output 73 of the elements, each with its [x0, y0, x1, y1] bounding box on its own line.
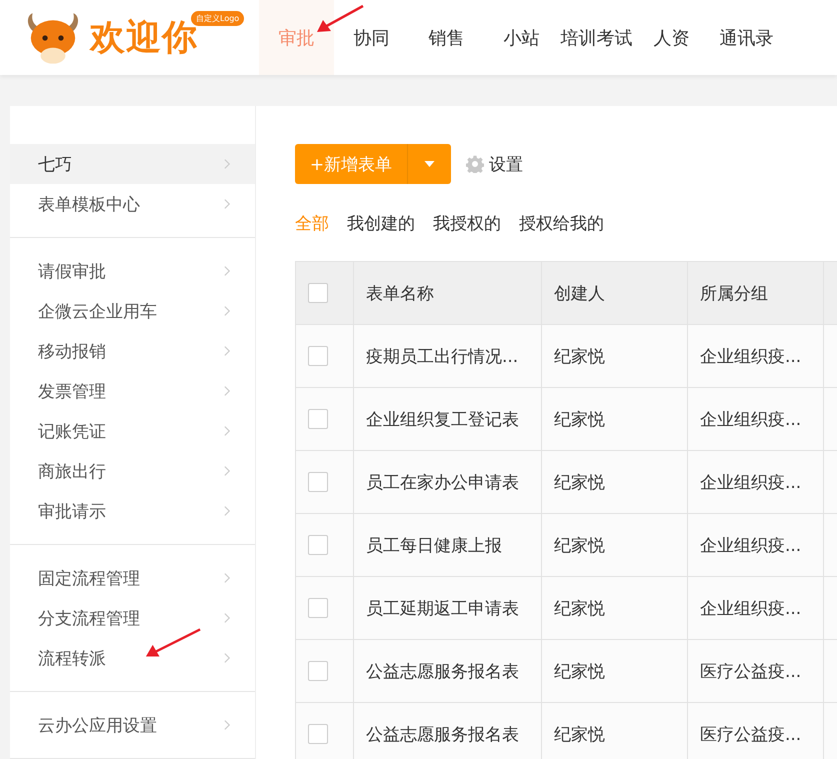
table-cell: 员工在家办公申请表	[354, 450, 542, 514]
column-header: 创建人	[542, 262, 688, 324]
row-checkbox[interactable]	[308, 346, 328, 366]
chevron-right-icon	[224, 652, 231, 664]
sidebar-item[interactable]: 请假审批	[10, 251, 255, 291]
column-header: 表单名称	[354, 262, 542, 324]
nav-tab[interactable]: 人资	[634, 0, 709, 75]
row-checkbox[interactable]	[308, 598, 328, 618]
sidebar-item[interactable]: 记账凭证	[10, 411, 255, 451]
table-cell: 纪家悦	[542, 702, 688, 759]
settings-icon[interactable]	[466, 155, 484, 173]
sidebar-item[interactable]: 表单模板中心	[10, 184, 255, 224]
table-cell: 纪家悦	[542, 388, 688, 450]
chevron-right-icon	[224, 505, 231, 517]
sidebar-item[interactable]: 发票管理	[10, 371, 255, 411]
chevron-right-icon	[224, 465, 231, 477]
table-cell: 企业组织疫...	[688, 450, 824, 514]
table-cell: 企业组织疫...	[688, 514, 824, 576]
column-header: 所属分组	[688, 262, 824, 324]
table-cell: 纪家悦	[542, 324, 688, 388]
nav-tab[interactable]: 培训考试	[559, 0, 634, 75]
table-cell: 纪家悦	[542, 450, 688, 514]
table-cell: 纪家悦	[542, 640, 688, 702]
table-cell: 企业组织复工登记表	[354, 388, 542, 450]
table-cell: 公益志愿服务报名表	[354, 640, 542, 702]
table-cell: 企业组织疫...	[688, 388, 824, 450]
chevron-right-icon	[224, 305, 231, 317]
table-cell: 员工延期返工申请表	[354, 576, 542, 640]
dropdown-button[interactable]	[408, 144, 451, 184]
annotation-arrow	[144, 627, 202, 659]
nav-tab[interactable]: 通讯录	[709, 0, 784, 75]
select-all-checkbox[interactable]	[308, 283, 328, 303]
nav-tab[interactable]: 销售	[409, 0, 484, 75]
sidebar-item[interactable]: 云办公应用设置	[10, 705, 255, 745]
caret-icon	[424, 161, 435, 167]
row-checkbox[interactable]	[308, 724, 328, 744]
table-cell: 医疗公益疫...	[688, 640, 824, 702]
logo-badge: 自定义Logo	[191, 11, 244, 26]
chevron-right-icon	[224, 719, 231, 731]
nav-tab[interactable]: 小站	[484, 0, 559, 75]
sidebar-item[interactable]: 流程转派	[10, 638, 255, 678]
row-checkbox[interactable]	[308, 535, 328, 555]
chevron-right-icon	[224, 198, 231, 210]
sidebar-item[interactable]: 七巧	[10, 144, 255, 184]
table-cell: 企业组织疫...	[688, 576, 824, 640]
row-checkbox[interactable]	[308, 661, 328, 681]
filter-tab[interactable]: 我授权的	[433, 212, 501, 234]
table-cell: 纪家悦	[542, 576, 688, 640]
table-cell: 纪家悦	[542, 514, 688, 576]
chevron-right-icon	[224, 385, 231, 397]
chevron-right-icon	[224, 265, 231, 277]
sidebar-item[interactable]: 商旅出行	[10, 451, 255, 491]
chevron-right-icon	[224, 425, 231, 437]
sidebar-item[interactable]: 固定流程管理	[10, 558, 255, 598]
table-cell: 公益志愿服务报名表	[354, 702, 542, 759]
row-checkbox[interactable]	[308, 409, 328, 429]
chevron-right-icon	[224, 158, 231, 170]
sidebar-item[interactable]: 企微云企业用车	[10, 291, 255, 331]
table-cell: 疫期员工出行情况...	[354, 324, 542, 388]
settings-link[interactable]: 设置	[489, 152, 523, 176]
sidebar-item[interactable]: 分支流程管理	[10, 598, 255, 638]
chevron-right-icon	[224, 612, 231, 624]
table-cell: 企业组织疫...	[688, 324, 824, 388]
filter-tab[interactable]: 我创建的	[347, 212, 415, 234]
table-cell: 员工每日健康上报	[354, 514, 542, 576]
table-cell: 医疗公益疫...	[688, 702, 824, 759]
chevron-right-icon	[224, 345, 231, 357]
filter-tab[interactable]: 授权给我的	[519, 212, 604, 234]
row-checkbox[interactable]	[308, 472, 328, 492]
nav-tab[interactable]: 协同	[334, 0, 409, 75]
sidebar-item[interactable]: 审批请示	[10, 491, 255, 531]
sidebar-item[interactable]: 移动报销	[10, 331, 255, 371]
chevron-right-icon	[224, 572, 231, 584]
